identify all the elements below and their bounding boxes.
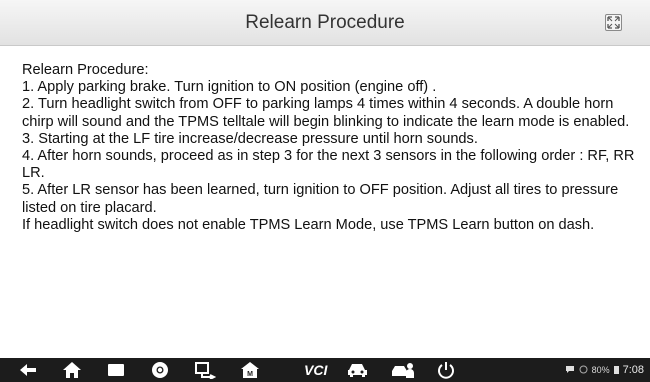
shop-manager-icon[interactable] <box>390 361 416 379</box>
battery-icon <box>613 366 619 374</box>
screenshot-icon[interactable] <box>194 361 216 379</box>
maxifix-icon[interactable]: M <box>240 361 260 379</box>
battery-percent: 80% <box>591 365 610 375</box>
car-icon[interactable] <box>346 361 370 379</box>
procedure-step-2: 2. Turn headlight switch from OFF to par… <box>22 96 630 130</box>
procedure-heading: Relearn Procedure: <box>22 62 149 78</box>
clock: 7:08 <box>622 364 644 376</box>
procedure-note: If headlight switch does not enable TPMS… <box>22 216 595 233</box>
chat-icon <box>565 365 575 376</box>
title-bar: Relearn Procedure <box>0 0 650 46</box>
page-title: Relearn Procedure <box>245 12 405 33</box>
home-icon[interactable] <box>62 361 82 379</box>
back-icon[interactable] <box>18 361 38 379</box>
sync-icon <box>579 365 588 376</box>
fullscreen-icon <box>607 16 620 29</box>
system-navigation-bar: M VCI 80% 7:08 <box>0 358 650 382</box>
procedure-step-3: 3. Starting at the LF tire increase/decr… <box>22 130 478 147</box>
svg-text:M: M <box>247 371 253 378</box>
browser-icon[interactable] <box>150 361 170 379</box>
recent-apps-icon[interactable] <box>106 361 126 379</box>
fullscreen-button[interactable] <box>605 14 622 31</box>
status-area: 80% 7:08 <box>565 358 644 382</box>
procedure-step-4: 4. After horn sounds, proceed as in step… <box>22 148 635 182</box>
procedure-step-5: 5. After LR sensor has been learned, tur… <box>22 182 619 216</box>
procedure-text: Relearn Procedure: 1. Apply parking brak… <box>22 62 638 302</box>
power-icon[interactable] <box>436 361 456 379</box>
vci-icon[interactable]: VCI <box>304 361 327 379</box>
procedure-step-1: 1. Apply parking brake. Turn ignition to… <box>22 79 437 96</box>
